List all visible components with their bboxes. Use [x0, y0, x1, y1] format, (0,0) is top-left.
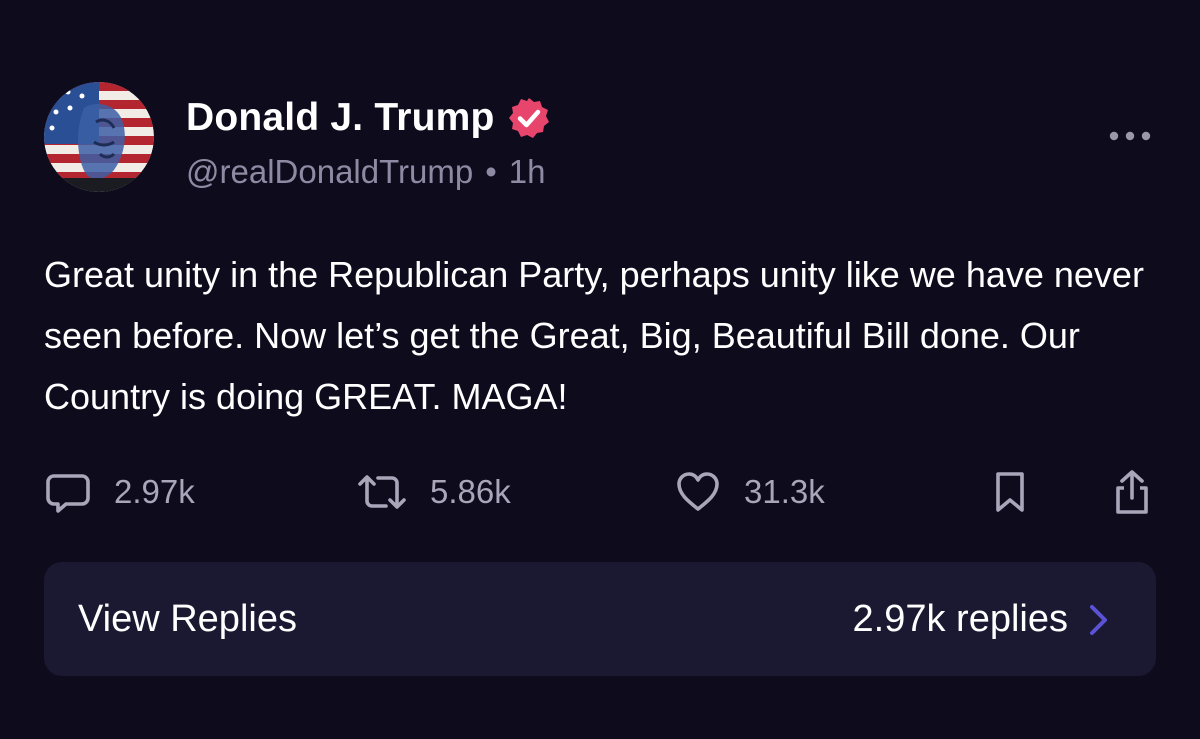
chevron-right-icon	[1090, 605, 1107, 635]
repost-count: 5.86k	[430, 473, 511, 510]
bookmark-button[interactable]	[990, 464, 1052, 520]
like-button[interactable]: 31.3k	[674, 464, 825, 520]
share-icon	[1116, 470, 1148, 514]
view-replies-label: View Replies	[78, 598, 297, 640]
avatar-image	[44, 82, 154, 192]
repost-icon	[358, 475, 406, 509]
reply-button[interactable]: 2.97k	[44, 464, 195, 520]
action-bar: 2.97k 5.86k 31.3k	[44, 464, 1156, 520]
verified-badge-icon	[508, 98, 549, 138]
author-handle[interactable]: @realDonaldTrump	[186, 153, 473, 191]
display-name[interactable]: Donald J. Trump	[186, 96, 495, 140]
repost-button[interactable]: 5.86k	[356, 464, 511, 520]
author-meta-row: @realDonaldTrump • 1h	[186, 150, 546, 194]
view-replies-bar[interactable]: View Replies 2.97k replies	[44, 562, 1156, 676]
post-text: Great unity in the Republican Party, per…	[44, 254, 1144, 417]
meta-separator: •	[485, 153, 497, 190]
reply-icon	[46, 474, 90, 513]
like-icon	[677, 472, 719, 511]
share-button[interactable]	[1110, 464, 1176, 520]
post-card: Donald J. Trump @realDonaldTrump • 1h Gr…	[0, 0, 1200, 739]
like-count: 31.3k	[744, 473, 825, 510]
more-options-icon[interactable]	[1108, 126, 1152, 146]
replies-count: 2.97k replies	[852, 598, 1068, 640]
author-name-row: Donald J. Trump	[186, 92, 551, 144]
post-timestamp: 1h	[508, 153, 546, 190]
avatar[interactable]	[44, 82, 154, 192]
bookmark-icon	[996, 472, 1024, 512]
reply-count: 2.97k	[114, 473, 195, 510]
